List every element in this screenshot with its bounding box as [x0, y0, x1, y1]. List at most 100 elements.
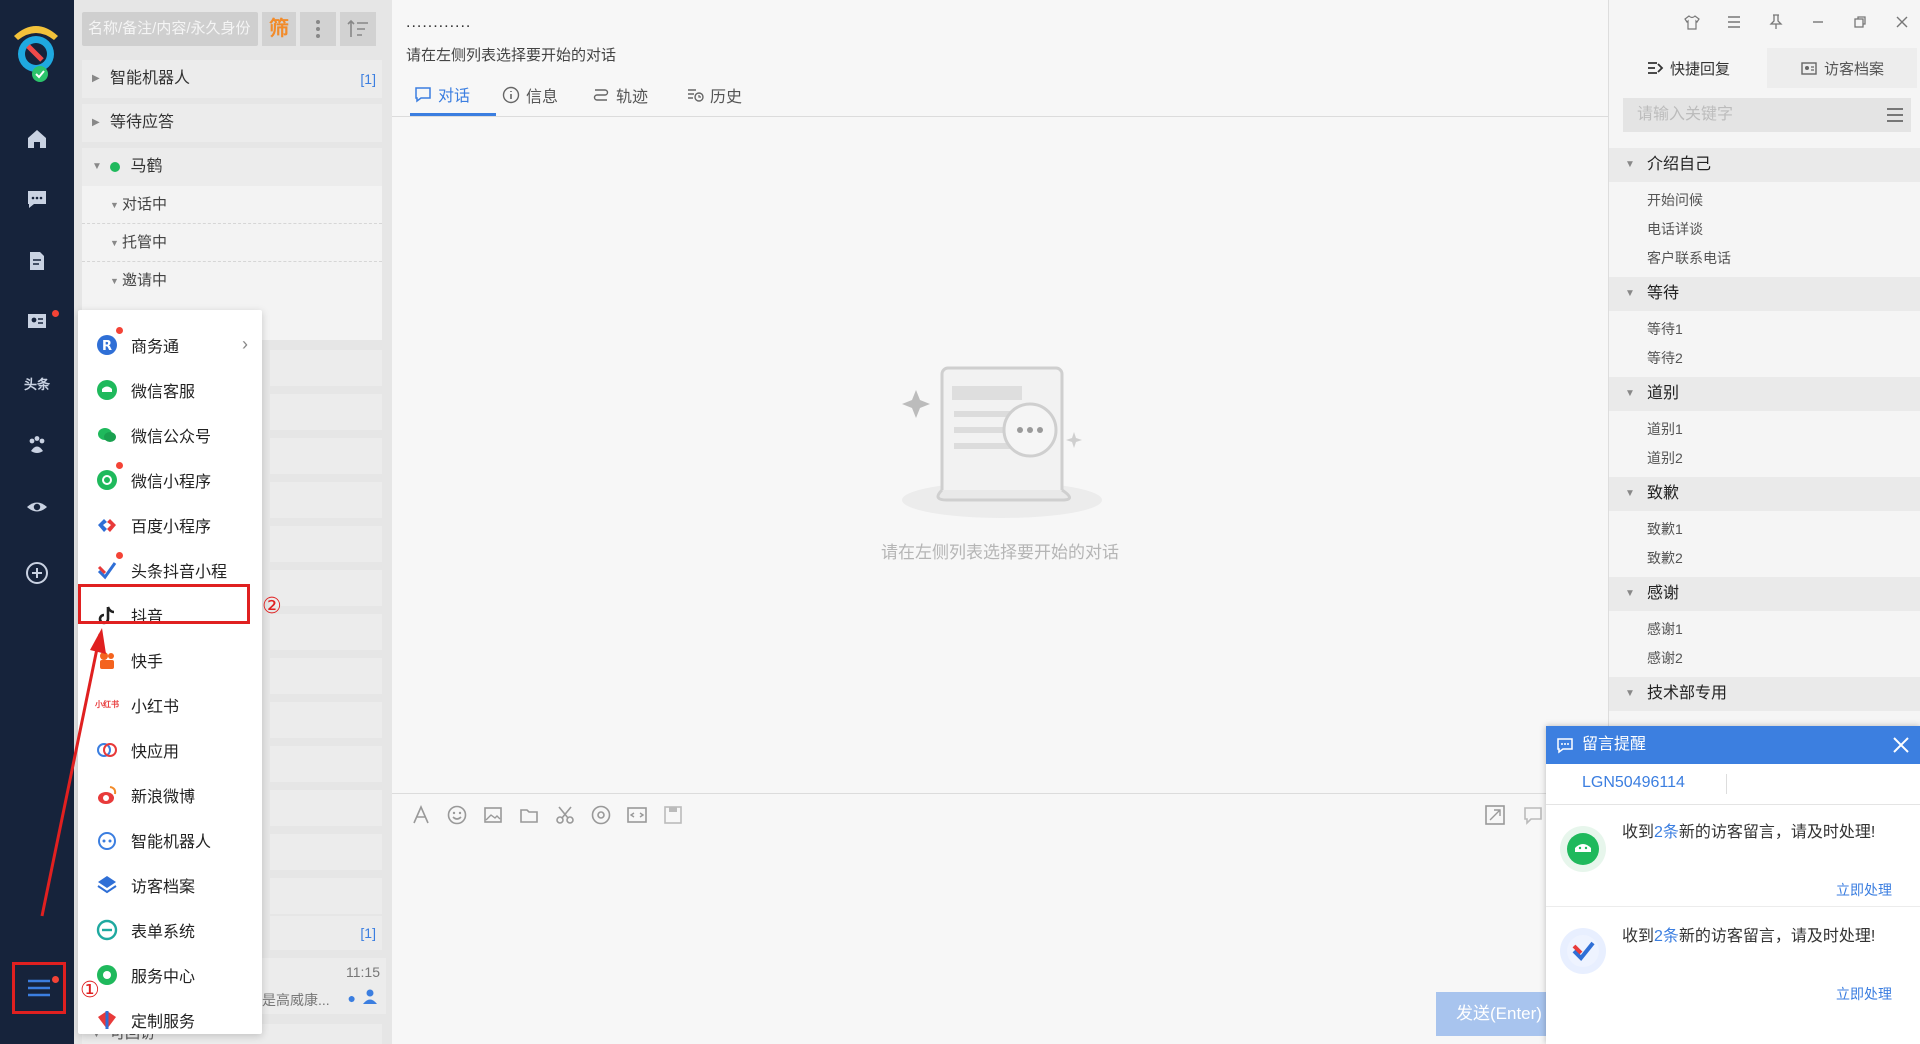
reply-item[interactable]: 致歉2: [1647, 548, 1683, 568]
image-icon[interactable]: [482, 804, 504, 826]
quick-reply-search-input[interactable]: 请输入关键字: [1623, 98, 1911, 132]
restore-icon[interactable]: [1849, 12, 1871, 32]
menu-item-baidu-mini[interactable]: 百度小程序: [78, 502, 262, 547]
more-options-button[interactable]: [300, 12, 336, 46]
empty-state-text: 请在左侧列表选择要开始的对话: [881, 543, 1119, 562]
menu-item-wechat-service[interactable]: 微信客服: [78, 367, 262, 412]
reply-item[interactable]: 道别1: [1647, 419, 1683, 439]
reply-item[interactable]: 等待2: [1647, 348, 1683, 368]
tab-track[interactable]: 轨迹: [592, 74, 648, 116]
wechat-official-icon: [95, 423, 119, 447]
reply-item[interactable]: 感谢1: [1647, 619, 1683, 639]
annotation-arrow-icon: [40, 628, 106, 917]
category-apology[interactable]: ▼ 致歉: [1609, 477, 1920, 511]
caret-down-icon: ▼: [1625, 388, 1635, 399]
list-item[interactable]: [270, 702, 382, 738]
home-icon[interactable]: [20, 122, 54, 156]
reply-item[interactable]: 客户联系电话: [1647, 248, 1731, 268]
group-waiting[interactable]: ▶ 等待应答: [82, 104, 382, 142]
toutiao-icon[interactable]: 头条: [20, 366, 54, 400]
close-icon[interactable]: [1890, 734, 1912, 756]
tab-dialog[interactable]: 对话: [410, 74, 496, 116]
reply-item[interactable]: 感谢2: [1647, 648, 1683, 668]
category-thanks[interactable]: ▼ 感谢: [1609, 577, 1920, 611]
subgroup-in-chat[interactable]: ▼ 对话中: [82, 186, 382, 224]
list-item[interactable]: [270, 350, 382, 386]
history-icon: [688, 89, 704, 102]
document-icon[interactable]: [20, 244, 54, 278]
save-icon[interactable]: [662, 804, 684, 826]
category-label: 等待: [1647, 285, 1680, 302]
comment-icon[interactable]: [1522, 804, 1544, 826]
notification-message: 收到2条新的访客留言，请及时处理!: [1622, 928, 1876, 945]
subgroup-hosted[interactable]: ▼ 托管中: [82, 224, 382, 262]
list-item[interactable]: [270, 482, 382, 518]
tab-history[interactable]: 历史: [686, 74, 742, 116]
reply-item[interactable]: 开始问候: [1647, 190, 1703, 210]
list-item[interactable]: [270, 570, 382, 606]
eye-icon[interactable]: [20, 490, 54, 524]
toutiao-avatar-icon: [1560, 928, 1606, 974]
pin-icon[interactable]: [1765, 12, 1787, 32]
add-circle-icon[interactable]: [20, 556, 54, 590]
group-robot[interactable]: ▶ 智能机器人 [1]: [82, 60, 382, 98]
filter-button[interactable]: 筛: [262, 12, 296, 46]
tab-visitor-archive[interactable]: 访客档案: [1767, 48, 1917, 88]
menu-item-shangwutong[interactable]: R 商务通 ›: [78, 322, 262, 367]
list-item[interactable]: [270, 526, 382, 562]
visitor-id-tab[interactable]: LGN50496114: [1582, 774, 1685, 792]
list-item[interactable]: [270, 438, 382, 474]
custom-service-icon: [95, 1008, 119, 1032]
list-item[interactable]: [270, 614, 382, 650]
emoji-icon[interactable]: [446, 804, 468, 826]
contacts-search-input[interactable]: 名称/备注/内容/永久身份: [82, 12, 258, 46]
menu-icon[interactable]: [1723, 12, 1745, 32]
reply-item[interactable]: 致歉1: [1647, 519, 1683, 539]
category-waiting[interactable]: ▼ 等待: [1609, 277, 1920, 311]
category-farewell[interactable]: ▼ 道别: [1609, 377, 1920, 411]
editor-toolbar: [392, 793, 1608, 834]
tab-quick-reply[interactable]: 快捷回复: [1613, 48, 1763, 88]
group-agent[interactable]: ▼ 马鹤: [82, 148, 382, 186]
close-icon[interactable]: [1891, 12, 1913, 32]
list-item[interactable]: [270, 394, 382, 430]
mention-icon[interactable]: [590, 804, 612, 826]
font-icon[interactable]: [410, 804, 432, 826]
step-marker-1: ①: [80, 978, 100, 1003]
list-item[interactable]: [270, 790, 382, 826]
list-item[interactable]: [270, 834, 382, 870]
chat-icon[interactable]: [20, 182, 54, 216]
right-tabs: 快捷回复 访客档案: [1609, 48, 1920, 88]
list-icon[interactable]: [1885, 105, 1905, 125]
conversation-row[interactable]: 11:15 是高威康... ●: [262, 958, 386, 1014]
more-menu-button[interactable]: [12, 962, 66, 1014]
list-item[interactable]: [1]: [270, 916, 382, 950]
folder-icon[interactable]: [518, 804, 540, 826]
baidu-paw-icon[interactable]: [20, 428, 54, 462]
reply-item[interactable]: 电话详谈: [1647, 219, 1703, 239]
menu-item-wechat-mini[interactable]: 微信小程序: [78, 457, 262, 502]
tab-info[interactable]: 信息: [502, 74, 558, 116]
menu-item-label: 快手: [131, 653, 164, 671]
minimize-icon[interactable]: [1807, 12, 1829, 32]
wechat-service-icon: [95, 378, 119, 402]
contact-card-icon[interactable]: [20, 304, 54, 338]
reply-item[interactable]: 等待1: [1647, 319, 1683, 339]
process-now-link[interactable]: 立即处理: [1836, 880, 1892, 900]
code-icon[interactable]: [626, 804, 648, 826]
category-tech[interactable]: ▼ 技术部专用: [1609, 677, 1920, 711]
category-intro[interactable]: ▼ 介绍自己: [1609, 148, 1920, 182]
expand-icon[interactable]: [1484, 804, 1506, 826]
menu-item-wechat-official[interactable]: 微信公众号: [78, 412, 262, 457]
list-item[interactable]: [270, 746, 382, 782]
list-item[interactable]: [270, 878, 382, 914]
process-now-link[interactable]: 立即处理: [1836, 984, 1892, 1004]
scissors-icon[interactable]: [554, 804, 576, 826]
menu-item-service-center[interactable]: 服务中心: [78, 952, 262, 997]
sort-button[interactable]: [340, 12, 376, 46]
shirt-icon[interactable]: [1681, 12, 1703, 32]
list-item[interactable]: [270, 658, 382, 694]
reply-item[interactable]: 道别2: [1647, 448, 1683, 468]
menu-item-label: 百度小程序: [131, 518, 212, 536]
menu-item-custom-service[interactable]: 定制服务: [78, 997, 262, 1042]
